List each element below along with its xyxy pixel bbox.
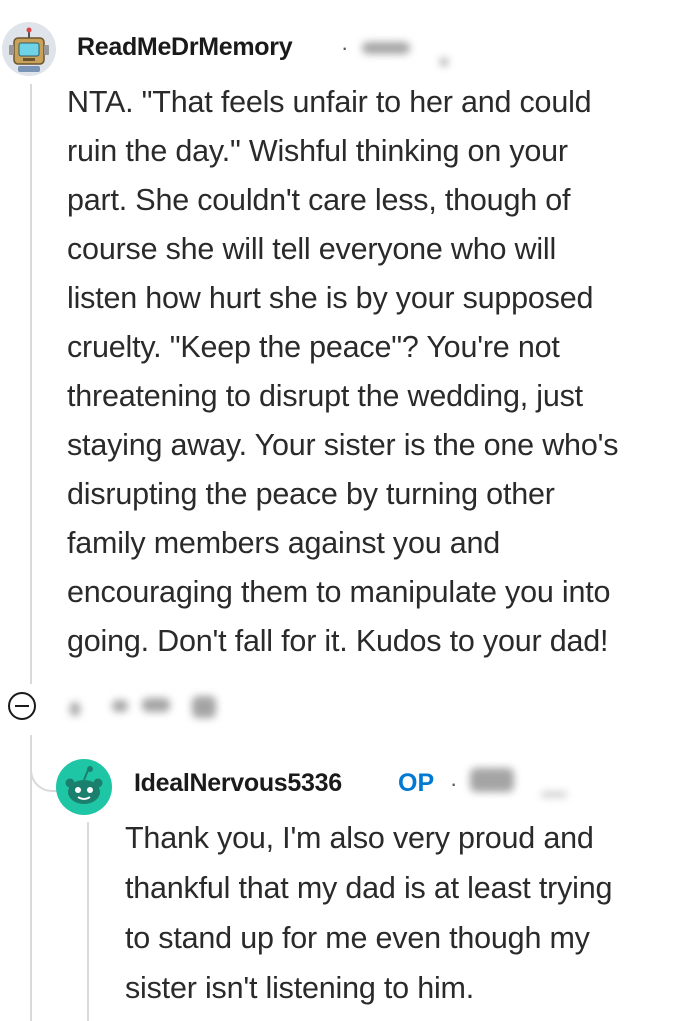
comment-line: listen how hurt she is by your supposed bbox=[67, 281, 594, 315]
comment-line: threatening to disrupt the wedding, just bbox=[67, 379, 583, 413]
comment-line: encouraging them to manipulate you into bbox=[67, 575, 611, 609]
comment-line: staying away. Your sister is the one who… bbox=[67, 428, 619, 462]
author-avatar[interactable] bbox=[2, 22, 56, 76]
redacted-action bbox=[142, 698, 170, 712]
meta-separator: · bbox=[450, 771, 458, 796]
comment-line: cruelty. "Keep the peace"? You're not bbox=[67, 330, 560, 364]
reply-author-avatar[interactable] bbox=[56, 759, 112, 815]
reply-author[interactable]: IdealNervous5336 bbox=[134, 769, 342, 798]
comment-line: disrupting the peace by turning other bbox=[67, 477, 555, 511]
op-badge: OP bbox=[398, 769, 435, 797]
comment-line: ruin the day." Wishful thinking on your bbox=[67, 134, 568, 168]
robot-avatar-icon bbox=[9, 27, 49, 72]
redacted-timestamp bbox=[362, 42, 410, 54]
comment-line: NTA. "That feels unfair to her and could bbox=[67, 85, 592, 119]
reply-line: thankful that my dad is at least trying bbox=[125, 871, 613, 905]
redacted-action bbox=[112, 700, 128, 712]
comment-author[interactable]: ReadMeDrMemory bbox=[77, 33, 293, 62]
redacted-mark bbox=[541, 792, 567, 797]
comment-line: part. She couldn't care less, though of bbox=[67, 183, 571, 217]
reply-line: Thank you, I'm also very proud and bbox=[125, 821, 594, 855]
comment-line: course she will tell everyone who will bbox=[67, 232, 557, 266]
thread-line[interactable] bbox=[30, 84, 32, 684]
redacted-mark bbox=[440, 58, 448, 66]
redacted-action bbox=[192, 696, 216, 718]
thread-line[interactable] bbox=[87, 822, 89, 1021]
minus-circle-icon[interactable] bbox=[8, 692, 36, 720]
redacted-timestamp bbox=[470, 768, 514, 792]
meta-separator: · bbox=[341, 35, 349, 60]
redacted-action bbox=[70, 702, 80, 716]
reply-line: to stand up for me even though my bbox=[125, 921, 590, 955]
comment-line: family members against you and bbox=[67, 526, 501, 560]
comment-line: going. Don't fall for it. Kudos to your … bbox=[67, 624, 609, 658]
snoo-avatar-icon bbox=[65, 766, 103, 804]
reply-line: sister isn't listening to him. bbox=[125, 971, 475, 1005]
